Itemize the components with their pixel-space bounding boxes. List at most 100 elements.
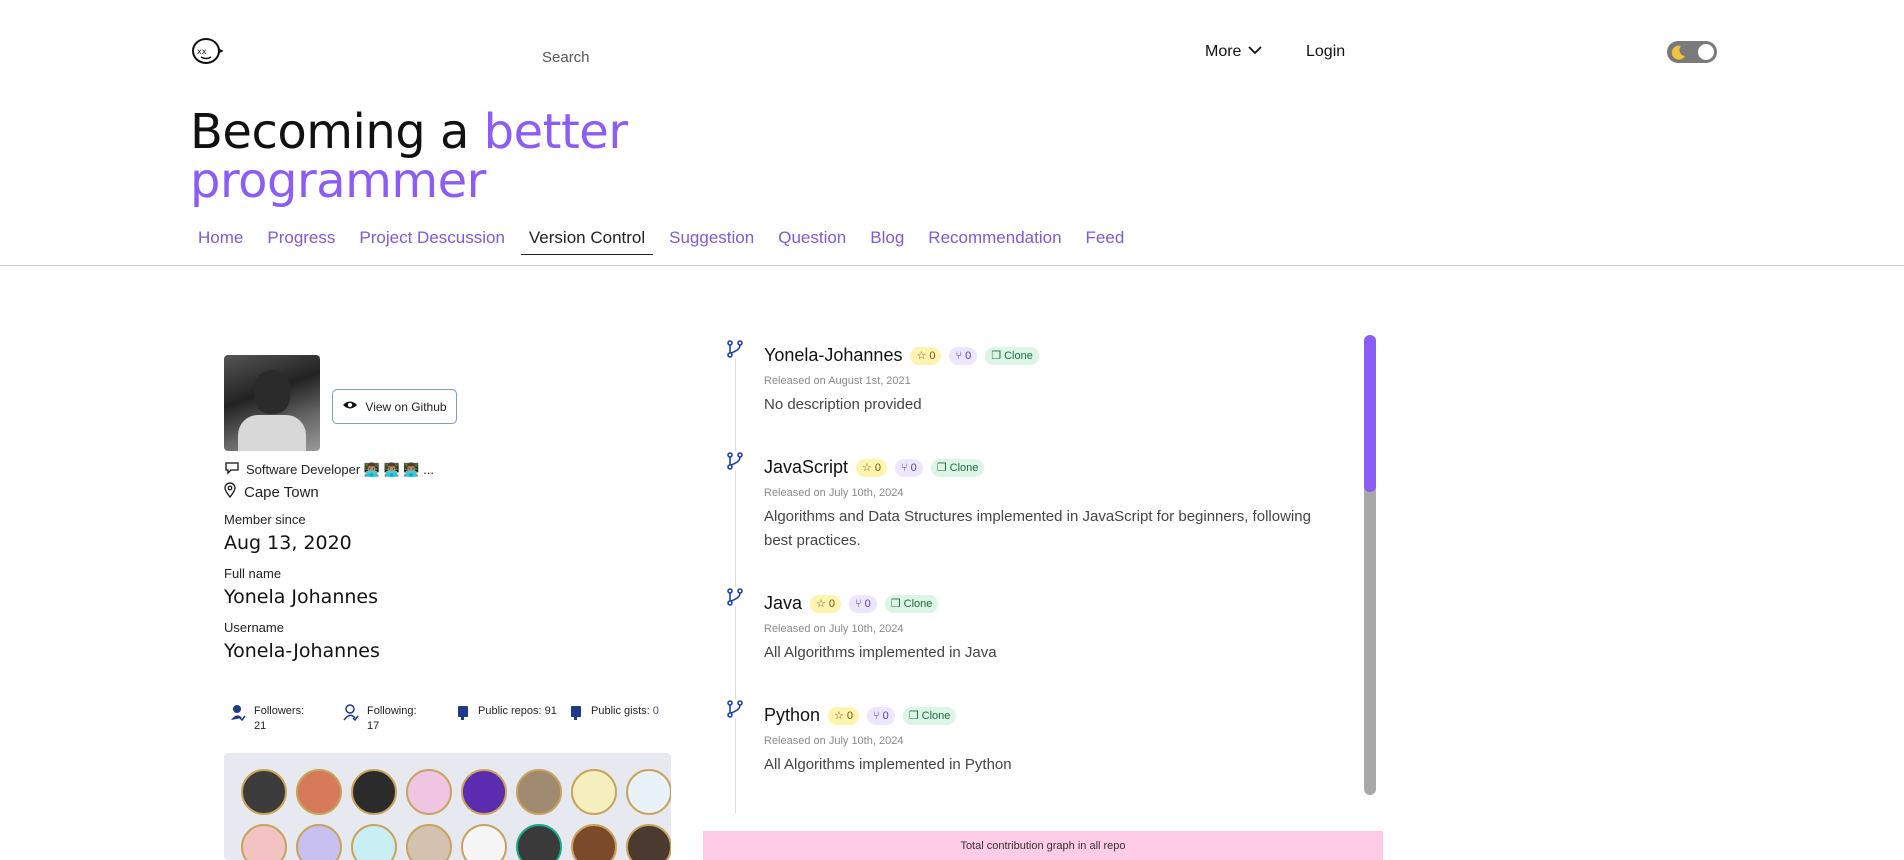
public-gists-text: Public gists: 0 [591, 704, 659, 719]
stat-public-gists[interactable]: Public gists: 0 [569, 704, 682, 734]
nav-project-descussion[interactable]: Project Descussion [351, 227, 513, 255]
star-badge[interactable]: ☆ 0 [856, 458, 888, 477]
nav-feed[interactable]: Feed [1078, 227, 1133, 255]
repo-scrollbar[interactable] [1364, 335, 1376, 795]
follower-avatar[interactable] [406, 769, 452, 815]
search-input[interactable]: Search [542, 49, 590, 66]
star-icon: ☆ [834, 710, 844, 722]
following-value: 17 [367, 720, 380, 732]
followers-avatar-grid [224, 753, 671, 860]
scrollbar-thumb[interactable] [1364, 335, 1376, 492]
repo-timeline[interactable]: Yonela-Johannes ☆ 0 ⑂ 0 ❐ Clone Released on… [703, 335, 1375, 813]
nav-progress[interactable]: Progress [259, 227, 343, 255]
follower-avatar[interactable] [296, 824, 342, 860]
full-name-label: Full name [224, 566, 282, 581]
follower-avatar[interactable] [626, 824, 671, 860]
repo-description: All Algorithms implemented in Java [764, 644, 997, 661]
chat-icon [224, 461, 240, 478]
headline-accent-1: better [483, 104, 628, 160]
public-gists-value: 0 [652, 705, 659, 717]
contribution-graph-banner: Total contribution graph in all repo [703, 831, 1383, 860]
follower-avatar[interactable] [406, 824, 452, 860]
repo-description: Algorithms and Data Structures implement… [764, 508, 1311, 549]
login-link[interactable]: Login [1306, 43, 1345, 61]
stat-followers[interactable]: Followers: 21 [230, 704, 343, 734]
copy-icon: ❐ [991, 350, 1002, 362]
view-on-github-button[interactable]: View on Github [332, 389, 457, 424]
toggle-knob [1698, 44, 1714, 60]
follower-avatar[interactable] [571, 824, 617, 860]
eye-icon [342, 399, 358, 414]
public-repos-label: Public repos: [478, 705, 542, 717]
public-repos-value: 91 [544, 705, 557, 717]
fork-badge[interactable]: ⑂ 0 [949, 346, 978, 365]
star-badge[interactable]: ☆ 0 [910, 346, 942, 365]
repo-name[interactable]: Python [764, 705, 820, 726]
star-count: 0 [874, 461, 882, 474]
stat-following[interactable]: Following: 17 [343, 704, 456, 734]
git-branch-icon [725, 451, 745, 471]
repo-book-icon [456, 704, 470, 725]
avatar-shirt [238, 415, 306, 451]
nav-version-control[interactable]: Version Control [520, 227, 654, 255]
follower-avatar[interactable] [351, 824, 397, 860]
chevron-down-icon [1247, 43, 1263, 61]
nav-home[interactable]: Home [190, 227, 251, 255]
follower-avatar[interactable] [241, 824, 287, 860]
logo-icon[interactable]: xx [191, 37, 224, 65]
repo-date: Released on July 10th, 2024 [764, 487, 904, 499]
follower-avatar[interactable] [296, 769, 342, 815]
nav-question[interactable]: Question [770, 227, 854, 255]
more-label: More [1205, 43, 1242, 60]
star-icon: ☆ [816, 598, 826, 610]
repo-name[interactable]: Java [764, 593, 802, 614]
follower-avatar[interactable] [351, 769, 397, 815]
clone-label: Clone [903, 597, 933, 610]
fork-badge[interactable]: ⑂ 0 [895, 458, 923, 477]
follower-avatar[interactable] [516, 769, 562, 815]
stat-public-repos[interactable]: Public repos: 91 [456, 704, 569, 734]
follower-avatar[interactable] [626, 769, 671, 815]
nav-blog[interactable]: Blog [862, 227, 912, 255]
clone-label: Clone [921, 709, 951, 722]
headline-plain: Becoming a [190, 104, 484, 160]
follower-avatar[interactable] [461, 824, 507, 860]
user-check-icon [230, 704, 246, 727]
avatar-face [254, 370, 290, 414]
map-pin-icon [224, 482, 236, 502]
fork-icon: ⑂ [955, 349, 963, 362]
main-nav: Home Progress Project Descussion Version… [190, 227, 1140, 255]
theme-toggle[interactable] [1667, 41, 1717, 63]
follower-avatar[interactable] [571, 769, 617, 815]
clone-button[interactable]: ❐ Clone [985, 346, 1039, 365]
follower-avatar[interactable] [516, 824, 562, 860]
star-badge[interactable]: ☆ 0 [828, 706, 860, 725]
public-repos-text: Public repos: 91 [478, 704, 557, 719]
star-count: 0 [929, 349, 936, 362]
nav-recommendation[interactable]: Recommendation [920, 227, 1069, 255]
repo-name[interactable]: Yonela-Johannes [764, 345, 902, 366]
follower-avatar[interactable] [241, 769, 287, 815]
star-count: 0 [828, 597, 836, 610]
fork-icon: ⑂ [855, 597, 862, 610]
repo-date: Released on July 10th, 2024 [764, 735, 904, 747]
fork-icon: ⑂ [901, 461, 908, 474]
star-count: 0 [846, 709, 854, 722]
fork-count: 0 [910, 461, 917, 474]
nav-suggestion[interactable]: Suggestion [661, 227, 762, 255]
more-menu-button[interactable]: More [1205, 43, 1263, 61]
fork-badge[interactable]: ⑂ 0 [867, 706, 895, 725]
location-text: Cape Town [244, 483, 319, 501]
moon-icon [1671, 44, 1687, 60]
profile-location: Cape Town [224, 482, 319, 502]
page-title: Becoming a better programmer [190, 108, 628, 206]
header-divider [0, 265, 1904, 266]
member-since-label: Member since [224, 512, 306, 527]
repo-name[interactable]: JavaScript [764, 457, 848, 478]
clone-button[interactable]: ❐ Clone [930, 458, 985, 477]
follower-avatar[interactable] [461, 769, 507, 815]
star-badge[interactable]: ☆ 0 [810, 594, 842, 613]
fork-badge[interactable]: ⑂ 0 [849, 594, 877, 613]
clone-button[interactable]: ❐ Clone [902, 706, 957, 725]
clone-button[interactable]: ❐ Clone [884, 594, 939, 613]
